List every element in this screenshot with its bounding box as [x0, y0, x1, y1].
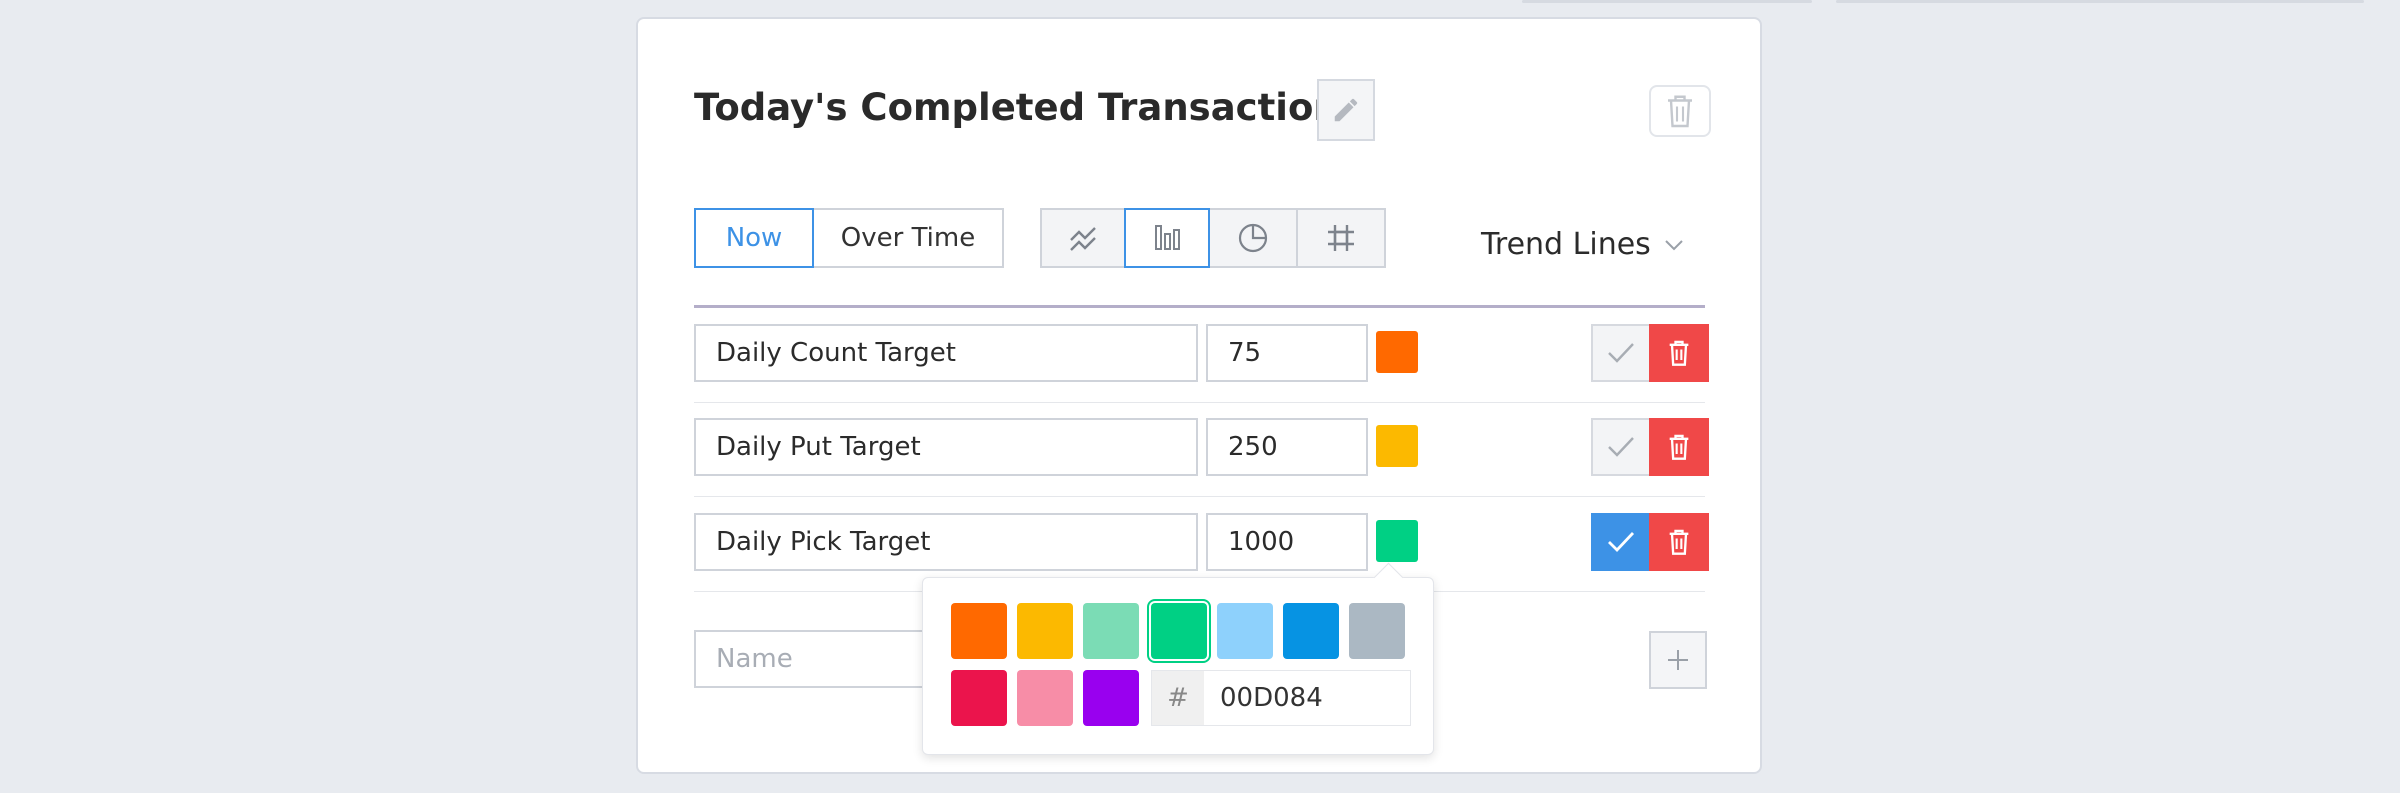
- trash-icon: [1669, 434, 1689, 460]
- trend-line-name-input[interactable]: Daily Pick Target: [694, 513, 1198, 571]
- pie-chart-button[interactable]: [1208, 208, 1298, 268]
- trash-icon: [1668, 95, 1692, 128]
- section-divider: [694, 305, 1705, 308]
- color-option[interactable]: [1349, 603, 1405, 659]
- trend-line-value-input[interactable]: 75: [1206, 324, 1368, 382]
- delete-trend-line-button[interactable]: [1649, 513, 1709, 571]
- color-option[interactable]: [1283, 603, 1339, 659]
- color-option[interactable]: [1083, 670, 1139, 726]
- delete-widget-button[interactable]: [1649, 85, 1711, 137]
- edit-title-button[interactable]: [1317, 79, 1375, 141]
- hex-value: 00D084: [1220, 683, 1323, 713]
- time-mode-toggle: Now Over Time: [694, 208, 1004, 268]
- confirm-trend-line-button[interactable]: [1591, 324, 1651, 382]
- grid-chart-button[interactable]: [1296, 208, 1386, 268]
- trend-line-color-swatch[interactable]: [1376, 425, 1418, 467]
- bar-chart-button[interactable]: [1124, 208, 1210, 268]
- page-top-bar: [1836, 0, 2096, 3]
- check-icon: [1608, 343, 1634, 363]
- delete-trend-line-button[interactable]: [1649, 418, 1709, 476]
- chevron-down-icon: [1665, 239, 1683, 250]
- color-option[interactable]: [1017, 603, 1073, 659]
- color-option[interactable]: [1083, 603, 1139, 659]
- now-button[interactable]: Now: [694, 208, 814, 268]
- confirm-trend-line-button[interactable]: [1591, 513, 1651, 571]
- delete-trend-line-button[interactable]: [1649, 324, 1709, 382]
- trend-line-name-input[interactable]: Daily Count Target: [694, 324, 1198, 382]
- pie-chart-icon: [1238, 223, 1268, 253]
- page-top-bar: [2084, 0, 2364, 3]
- bar-chart-icon: [1155, 225, 1180, 250]
- confirm-trend-line-button[interactable]: [1591, 418, 1651, 476]
- trend-line-color-swatch[interactable]: [1376, 520, 1418, 562]
- trash-icon: [1669, 529, 1689, 555]
- trash-icon: [1669, 340, 1689, 366]
- color-option[interactable]: [1017, 670, 1073, 726]
- line-chart-icon: [1070, 227, 1096, 251]
- color-picker-popover: # 00D084: [922, 562, 1434, 755]
- chart-type-selector: [1040, 208, 1386, 268]
- pencil-icon: [1334, 98, 1358, 122]
- over-time-button[interactable]: Over Time: [812, 208, 1004, 268]
- check-icon: [1608, 437, 1634, 457]
- trend-lines-dropdown[interactable]: Trend Lines: [1481, 227, 1685, 262]
- card-title: Today's Completed Transactions: [694, 86, 1362, 129]
- row-separator: [694, 402, 1705, 403]
- trend-line-color-swatch[interactable]: [1376, 331, 1418, 373]
- page-top-bar: [1522, 0, 1812, 3]
- trend-lines-label: Trend Lines: [1481, 227, 1651, 262]
- add-trend-line-button[interactable]: [1649, 631, 1707, 689]
- color-option-selected[interactable]: [1151, 603, 1207, 659]
- trend-line-value-input[interactable]: 1000: [1206, 513, 1368, 571]
- trend-line-value-input[interactable]: 250: [1206, 418, 1368, 476]
- color-option[interactable]: [951, 670, 1007, 726]
- plus-icon: [1668, 650, 1688, 670]
- color-option[interactable]: [1217, 603, 1273, 659]
- trend-line-name-input[interactable]: Daily Put Target: [694, 418, 1198, 476]
- grid-icon: [1328, 225, 1354, 251]
- row-separator: [694, 496, 1705, 497]
- hex-hash-label: #: [1152, 671, 1204, 725]
- check-icon: [1608, 532, 1635, 553]
- line-chart-button[interactable]: [1040, 208, 1126, 268]
- color-option[interactable]: [951, 603, 1007, 659]
- hex-color-input[interactable]: # 00D084: [1151, 670, 1411, 726]
